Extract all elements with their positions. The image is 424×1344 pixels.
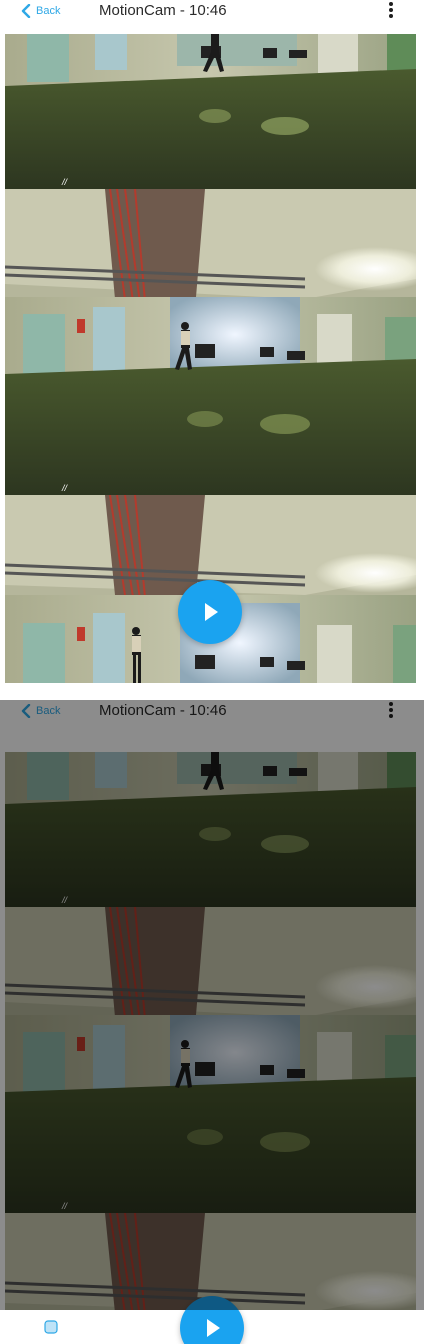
screen-dimmed: Back MotionCam - 10:46: [0, 700, 424, 1344]
chevron-left-icon: [21, 704, 31, 718]
app-header: Back MotionCam - 10:46: [0, 700, 424, 734]
more-vertical-icon[interactable]: [384, 1, 398, 21]
back-button[interactable]: Back: [20, 700, 60, 722]
page-title: MotionCam - 10:46: [99, 702, 227, 719]
app-header: Back MotionCam - 10:46: [0, 0, 424, 34]
back-label: Back: [36, 5, 61, 17]
play-icon: [205, 603, 218, 621]
page-title: MotionCam - 10:46: [99, 2, 227, 19]
video-frame-2: [5, 189, 416, 495]
frame-list: [5, 752, 416, 1310]
video-frame-1: [5, 752, 416, 907]
back-button[interactable]: Back: [20, 0, 60, 22]
more-vertical-icon[interactable]: [384, 701, 398, 721]
back-label: Back: [36, 705, 61, 717]
video-frame-2: [5, 907, 416, 1213]
chevron-left-icon: [21, 4, 31, 18]
play-button[interactable]: [178, 580, 242, 644]
screen-normal: Back MotionCam - 10:46: [0, 0, 424, 688]
checkbox-icon[interactable]: [44, 1320, 58, 1334]
video-frame-1: [5, 34, 416, 189]
play-icon: [207, 1319, 220, 1337]
